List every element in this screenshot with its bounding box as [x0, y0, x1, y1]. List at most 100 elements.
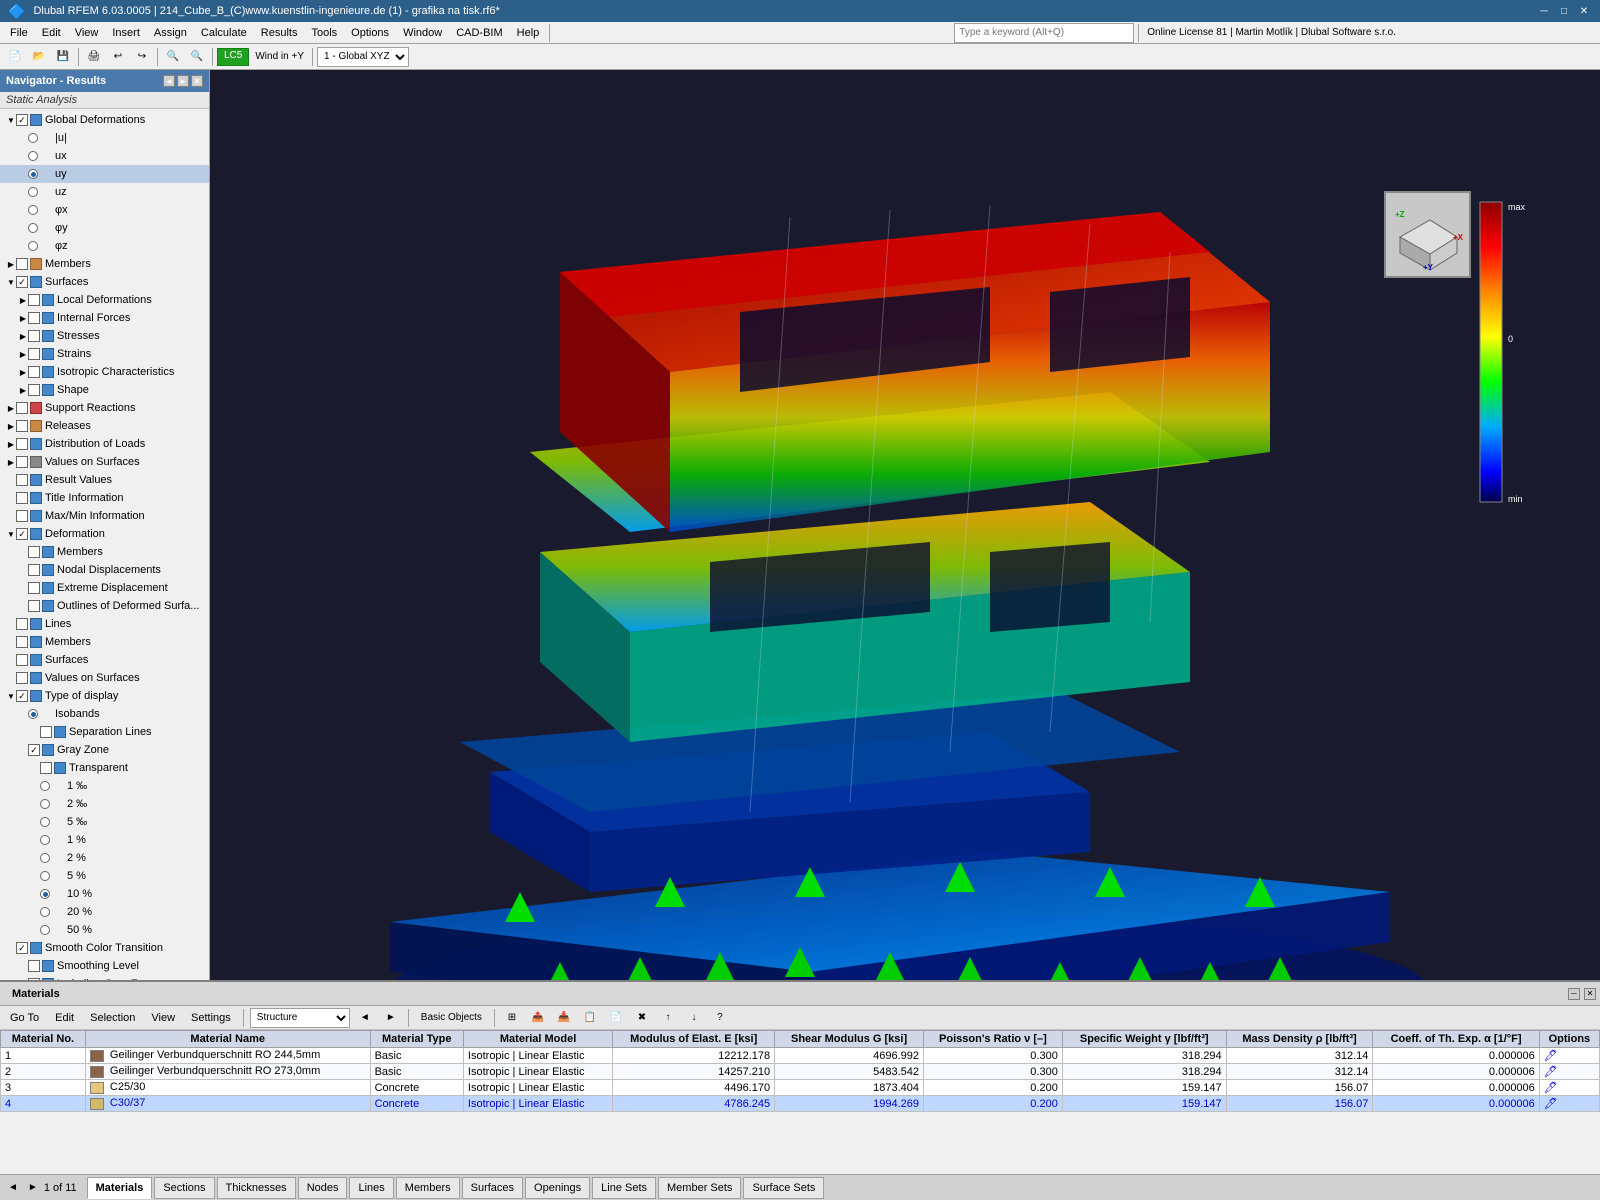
tree-item-deformation[interactable]: Deformation [0, 525, 209, 543]
radio-ux[interactable] [28, 151, 38, 161]
radio-2per-mille[interactable] [40, 799, 50, 809]
tree-item-outlines-def-surf[interactable]: Outlines of Deformed Surfa... [0, 597, 209, 615]
close-button[interactable]: ✕ [1576, 3, 1592, 19]
checkbox-title-information[interactable] [16, 492, 28, 504]
tree-item-local-deformations[interactable]: Local Deformations [0, 291, 209, 309]
tree-item-separation-lines[interactable]: Separation Lines [0, 723, 209, 741]
radio-50percent[interactable] [40, 925, 50, 935]
tree-item-type-of-display[interactable]: Type of display [0, 687, 209, 705]
tree-item-values-on-surfaces[interactable]: Values on Surfaces [0, 453, 209, 471]
checkbox-global-deformations[interactable] [16, 114, 28, 126]
radio-uz[interactable] [28, 187, 38, 197]
tb-zoom-in[interactable]: 🔍 [162, 46, 184, 68]
checkbox-internal-forces[interactable] [28, 312, 40, 324]
tb-copy[interactable]: 📋 [579, 1007, 601, 1029]
checkbox-def-members2[interactable] [16, 636, 28, 648]
tab-members[interactable]: Members [396, 1177, 460, 1199]
nav-next-btn[interactable]: ► [177, 75, 189, 87]
menu-options[interactable]: Options [345, 25, 395, 41]
tb-delete[interactable]: ✖ [631, 1007, 653, 1029]
radio-phiz[interactable] [28, 241, 38, 251]
minimize-button[interactable]: ─ [1536, 3, 1552, 19]
radio-5percent[interactable] [40, 871, 50, 881]
tree-arrow-global-deformations[interactable] [6, 116, 16, 125]
tree-arrow-deformation[interactable] [6, 530, 16, 539]
checkbox-nodal-disp[interactable] [28, 564, 40, 576]
maximize-button[interactable]: □ [1556, 3, 1572, 19]
checkbox-shape[interactable] [28, 384, 40, 396]
tree-item-ux[interactable]: ux [0, 147, 209, 165]
tree-arrow-local-deformations[interactable] [18, 296, 28, 305]
tree-item-5per-mille[interactable]: 5 ‰ [0, 813, 209, 831]
tree-arrow-members[interactable] [6, 260, 16, 269]
tb-import[interactable]: 📥 [553, 1007, 575, 1029]
tree-item-smoothing-level[interactable]: Smoothing Level [0, 957, 209, 975]
table-row[interactable]: 2 Geilinger Verbundquerschnitt RO 273,0m… [1, 1064, 1600, 1080]
menu-assign[interactable]: Assign [148, 25, 193, 41]
checkbox-smooth-color-transition[interactable] [16, 942, 28, 954]
tb-filter[interactable]: ⊞ [501, 1007, 523, 1029]
table-row[interactable]: 1 Geilinger Verbundquerschnitt RO 244,5m… [1, 1048, 1600, 1064]
tree-item-1percent[interactable]: 1 % [0, 831, 209, 849]
tree-item-global-deformations[interactable]: Global Deformations [0, 111, 209, 129]
tree-item-surfaces2[interactable]: Surfaces [0, 651, 209, 669]
checkbox-max-min-info[interactable] [16, 510, 28, 522]
tree-item-def-members[interactable]: Members [0, 543, 209, 561]
tb-zoom-out[interactable]: 🔍 [186, 46, 208, 68]
radio-1per-mille[interactable] [40, 781, 50, 791]
tree-item-internal-forces[interactable]: Internal Forces [0, 309, 209, 327]
checkbox-gray-zone[interactable] [28, 744, 40, 756]
menu-results[interactable]: Results [255, 25, 304, 41]
tree-arrow-dist-of-loads[interactable] [6, 440, 16, 449]
dropdown-next[interactable]: ► [380, 1007, 402, 1029]
tb-down[interactable]: ↓ [683, 1007, 705, 1029]
tree-item-transparent[interactable]: Transparent [0, 759, 209, 777]
checkbox-isotropic-char[interactable] [28, 366, 40, 378]
tree-item-isotropic-char[interactable]: Isotropic Characteristics [0, 363, 209, 381]
search-input[interactable] [954, 23, 1134, 43]
checkbox-extreme-disp[interactable] [28, 582, 40, 594]
settings-menu[interactable]: Settings [185, 1010, 237, 1026]
tree-arrow-releases[interactable] [6, 422, 16, 431]
tree-item-phiz[interactable]: φz [0, 237, 209, 255]
tree-arrow-type-of-display[interactable] [6, 692, 16, 701]
selection-menu[interactable]: Selection [84, 1010, 141, 1026]
menu-file[interactable]: File [4, 25, 34, 41]
goto-menu[interactable]: Go To [4, 1010, 45, 1026]
radio-uy[interactable] [28, 169, 38, 179]
checkbox-type-of-display[interactable] [16, 690, 28, 702]
checkbox-def-members[interactable] [28, 546, 40, 558]
radio-5per-mille[interactable] [40, 817, 50, 827]
table-row[interactable]: 3 C25/30 Concrete Isotropic | Linear Ela… [1, 1080, 1600, 1096]
tab-thicknesses[interactable]: Thicknesses [217, 1177, 296, 1199]
tree-arrow-internal-forces[interactable] [18, 314, 28, 323]
radio-phix[interactable] [28, 205, 38, 215]
tab-surfaces[interactable]: Surfaces [462, 1177, 523, 1199]
radio-10percent[interactable] [40, 889, 50, 899]
checkbox-result-values[interactable] [16, 474, 28, 486]
radio-isobands[interactable] [28, 709, 38, 719]
bottom-panel-minimize[interactable]: ─ [1568, 988, 1580, 1000]
tree-item-surfaces[interactable]: Surfaces [0, 273, 209, 291]
tree-item-uz[interactable]: uz [0, 183, 209, 201]
tb-export[interactable]: 📤 [527, 1007, 549, 1029]
edit-menu[interactable]: Edit [49, 1010, 80, 1026]
radio-phiy[interactable] [28, 223, 38, 233]
checkbox-smoothing-level[interactable] [28, 960, 40, 972]
table-row[interactable]: 4 C30/37 Concrete Isotropic | Linear Ela… [1, 1096, 1600, 1112]
tab-materials[interactable]: Materials [87, 1177, 153, 1199]
tb-help[interactable]: ? [709, 1007, 731, 1029]
tb-save[interactable]: 💾 [52, 46, 74, 68]
tree-item-result-values[interactable]: Result Values [0, 471, 209, 489]
tb-print[interactable]: 🖨 [83, 46, 105, 68]
dropdown-prev[interactable]: ◄ [354, 1007, 376, 1029]
tb-undo[interactable]: ↩ [107, 46, 129, 68]
tree-item-phiy[interactable]: φy [0, 219, 209, 237]
checkbox-strains[interactable] [28, 348, 40, 360]
checkbox-outlines-def-surf[interactable] [28, 600, 40, 612]
tab-nodes[interactable]: Nodes [298, 1177, 348, 1199]
checkbox-values-on-surfaces[interactable] [16, 456, 28, 468]
tree-item-dist-of-loads[interactable]: Distribution of Loads [0, 435, 209, 453]
tree-item-uy[interactable]: uy [0, 165, 209, 183]
checkbox-surfaces2[interactable] [16, 654, 28, 666]
